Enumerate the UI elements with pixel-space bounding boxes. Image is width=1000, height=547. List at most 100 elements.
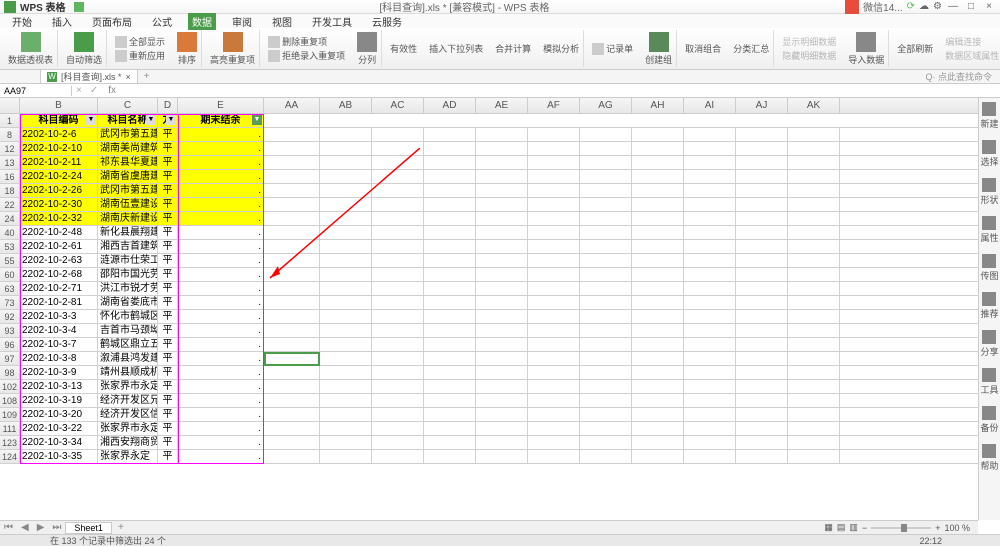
cell[interactable] [264,310,320,323]
command-search[interactable]: Q· 点此查找命令 [926,70,993,83]
close-tab-icon[interactable]: × [126,72,131,82]
cell-code[interactable]: 2202-10-2-30 [20,198,98,211]
highlight-dup-button[interactable]: 高亮重复项 [206,30,260,67]
cell[interactable] [528,142,580,155]
row-header[interactable]: 96 [0,338,20,351]
cell-name[interactable]: 鹤城区鼎立五 [98,338,158,351]
cell[interactable] [788,282,840,295]
column-header[interactable]: B [20,98,98,113]
cell[interactable] [632,156,684,169]
cell[interactable] [424,422,476,435]
cell-code[interactable]: 2202-10-3-34 [20,436,98,449]
cell-dir[interactable]: 平 [158,408,178,421]
cell-code[interactable]: 2202-10-2-68 [20,268,98,281]
cell-dir[interactable]: 平 [158,310,178,323]
cell[interactable] [632,212,684,225]
cell-code[interactable]: 2202-10-2-63 [20,254,98,267]
ribbon-tab-6[interactable]: 视图 [268,13,296,30]
cell[interactable] [736,184,788,197]
cell[interactable] [372,422,424,435]
cell[interactable] [372,212,424,225]
cell[interactable] [580,296,632,309]
cell-dir[interactable]: 平 [158,226,178,239]
column-header[interactable]: C [98,98,158,113]
cell[interactable] [372,128,424,141]
cell[interactable] [736,254,788,267]
sync-icon[interactable]: ⟳ [907,1,915,12]
cell[interactable] [580,394,632,407]
cell-balance[interactable]: . [178,240,264,253]
cell-dir[interactable]: 平 [158,156,178,169]
cell-balance[interactable]: . [178,212,264,225]
cell[interactable] [320,408,372,421]
cell[interactable] [528,184,580,197]
cell[interactable] [476,226,528,239]
view-normal-icon[interactable]: ▦ [824,522,833,533]
cell[interactable] [528,254,580,267]
cell[interactable] [632,254,684,267]
cell-code[interactable]: 2202-10-3-20 [20,408,98,421]
row-header[interactable]: 18 [0,184,20,197]
column-header[interactable]: AE [476,98,528,113]
cell[interactable] [528,436,580,449]
row-header[interactable]: 124 [0,450,20,463]
filter-icon[interactable]: ▼ [166,115,176,125]
reject-dup-button[interactable]: 拒绝录入重复项 [268,49,345,62]
view-page-icon[interactable]: ▤ [837,522,846,533]
cell[interactable] [632,268,684,281]
cell-dir[interactable]: 平 [158,366,178,379]
cell[interactable] [632,324,684,337]
cell[interactable] [476,198,528,211]
cell[interactable] [424,282,476,295]
filter-active-icon[interactable]: ▼ [252,115,262,125]
cell[interactable] [788,226,840,239]
cell[interactable] [372,240,424,253]
row-header[interactable]: 55 [0,254,20,267]
cell-name[interactable]: 湘西吉首建筑 [98,240,158,253]
cell[interactable] [736,450,788,463]
cell-balance[interactable]: . [178,170,264,183]
cell-name[interactable]: 张家界市永定 [98,422,158,435]
cell[interactable] [264,212,320,225]
cell-dir[interactable]: 平 [158,450,178,463]
cell[interactable] [320,422,372,435]
cell[interactable] [736,380,788,393]
delete-dup-button[interactable]: 删除重复项 [268,35,345,48]
cell[interactable] [528,198,580,211]
cell[interactable] [788,450,840,463]
cell-balance[interactable]: . [178,394,264,407]
cell[interactable] [264,296,320,309]
row-header[interactable]: 22 [0,198,20,211]
cell[interactable] [424,380,476,393]
cell-code[interactable]: 2202-10-3-3 [20,310,98,323]
cell-code[interactable]: 2202-10-3-7 [20,338,98,351]
cell[interactable] [476,352,528,365]
cell[interactable] [736,142,788,155]
cell[interactable] [528,352,580,365]
simulate-button[interactable]: 模拟分析 [539,30,584,67]
cell[interactable] [264,394,320,407]
reapply-button[interactable]: 重新应用 [115,49,165,62]
cell-balance[interactable]: . [178,324,264,337]
row-header[interactable]: 111 [0,422,20,435]
cell[interactable] [372,156,424,169]
header-dir[interactable]: 方▼ [158,114,178,127]
cell-dir[interactable]: 平 [158,184,178,197]
cell-balance[interactable]: . [178,352,264,365]
header-name[interactable]: 科目名称▼ [98,114,158,127]
cell-dir[interactable]: 平 [158,352,178,365]
cell[interactable] [736,268,788,281]
cell[interactable] [264,156,320,169]
sheet-tab[interactable]: Sheet1 [65,522,112,534]
cell[interactable] [684,198,736,211]
cell[interactable] [736,212,788,225]
group-filter[interactable]: 自动筛选 [62,30,107,67]
cell[interactable] [580,184,632,197]
cell[interactable] [320,240,372,253]
cell[interactable] [528,422,580,435]
cell[interactable] [580,338,632,351]
side-panel-item[interactable]: 备份 [980,406,998,434]
sort-button[interactable]: 排序 [173,30,202,67]
cell[interactable] [684,184,736,197]
cell-code[interactable]: 2202-10-3-22 [20,422,98,435]
